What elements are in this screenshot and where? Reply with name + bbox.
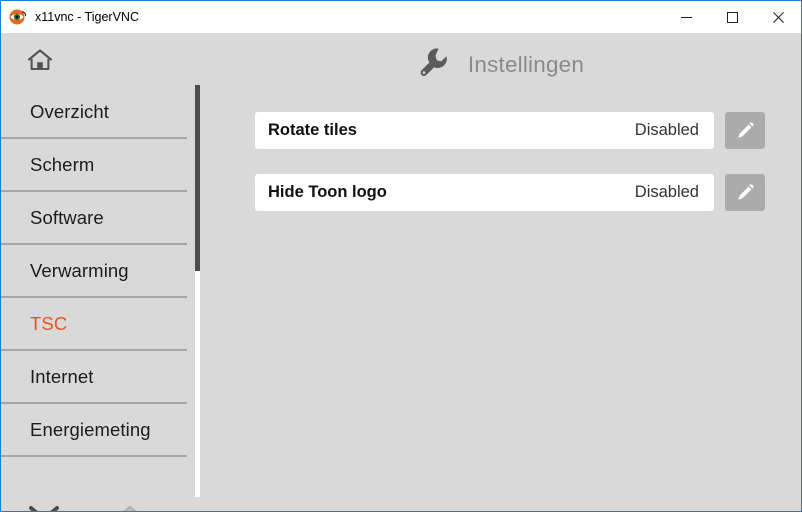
content-area: Instellingen Rotate tiles Disabled Hide … xyxy=(201,33,801,511)
minimize-icon xyxy=(680,16,692,18)
sidebar-item-overzicht[interactable]: Overzicht xyxy=(1,86,187,139)
sidebar-menu: Overzicht Scherm Software Verwarming TSC… xyxy=(1,86,187,457)
pencil-icon xyxy=(735,183,755,203)
sidebar-item-label: TSC xyxy=(30,312,68,334)
settings-list: Rotate tiles Disabled Hide Toon logo Dis… xyxy=(201,90,801,211)
scroll-down-button[interactable] xyxy=(1,503,87,511)
sidebar-item-verwarming[interactable]: Verwarming xyxy=(1,245,187,298)
setting-row-hide-toon-logo: Hide Toon logo Disabled xyxy=(201,174,801,211)
sidebar-item-scherm[interactable]: Scherm xyxy=(1,139,187,192)
pencil-icon xyxy=(735,121,755,141)
edit-hide-toon-logo-button[interactable] xyxy=(725,174,765,211)
sidebar-item-internet[interactable]: Internet xyxy=(1,351,187,404)
sidebar-item-label: Verwarming xyxy=(30,259,129,281)
sidebar-item-label: Software xyxy=(30,206,104,228)
setting-value: Disabled xyxy=(634,121,699,139)
sidebar-item-label: Scherm xyxy=(30,153,95,175)
application-window: x11vnc - TigerVNC Overzicht Scherm Softw… xyxy=(0,0,802,512)
setting-card[interactable]: Hide Toon logo Disabled xyxy=(255,174,714,211)
wrench-icon xyxy=(418,46,450,83)
sidebar-item-tsc[interactable]: TSC xyxy=(1,298,187,351)
scroll-up-button[interactable] xyxy=(87,504,173,511)
sidebar-item-label: Internet xyxy=(30,365,94,387)
maximize-icon xyxy=(726,11,738,23)
home-icon xyxy=(27,48,53,72)
page-title: Instellingen xyxy=(467,51,585,77)
sidebar: Overzicht Scherm Software Verwarming TSC… xyxy=(1,33,187,511)
sidebar-scrollbar-track[interactable] xyxy=(195,85,200,497)
sidebar-nav-arrows xyxy=(1,488,187,511)
app-body: Overzicht Scherm Software Verwarming TSC… xyxy=(1,33,801,511)
edit-rotate-tiles-button[interactable] xyxy=(725,112,765,149)
window-controls xyxy=(663,1,801,33)
sidebar-item-label: Energiemeting xyxy=(30,418,151,440)
minimize-button[interactable] xyxy=(663,1,709,33)
sidebar-item-label: Overzicht xyxy=(30,100,110,122)
chevron-up-icon xyxy=(115,504,145,511)
sidebar-item-energiemeting[interactable]: Energiemeting xyxy=(1,404,187,457)
sidebar-home-button[interactable] xyxy=(1,33,187,86)
setting-value: Disabled xyxy=(634,183,699,201)
sidebar-item-software[interactable]: Software xyxy=(1,192,187,245)
close-button[interactable] xyxy=(755,1,801,33)
tigervnc-eye-icon xyxy=(9,8,27,26)
sidebar-scrollbar-thumb[interactable] xyxy=(195,85,200,271)
setting-label: Rotate tiles xyxy=(268,121,357,139)
window-title: x11vnc - TigerVNC xyxy=(35,9,139,24)
title-bar: x11vnc - TigerVNC xyxy=(1,1,801,33)
setting-label: Hide Toon logo xyxy=(268,183,387,201)
setting-row-rotate-tiles: Rotate tiles Disabled xyxy=(201,112,801,149)
close-icon xyxy=(772,11,784,23)
chevron-down-icon xyxy=(27,503,61,511)
setting-card[interactable]: Rotate tiles Disabled xyxy=(255,112,714,149)
maximize-button[interactable] xyxy=(709,1,755,33)
page-header: Instellingen xyxy=(201,33,801,90)
